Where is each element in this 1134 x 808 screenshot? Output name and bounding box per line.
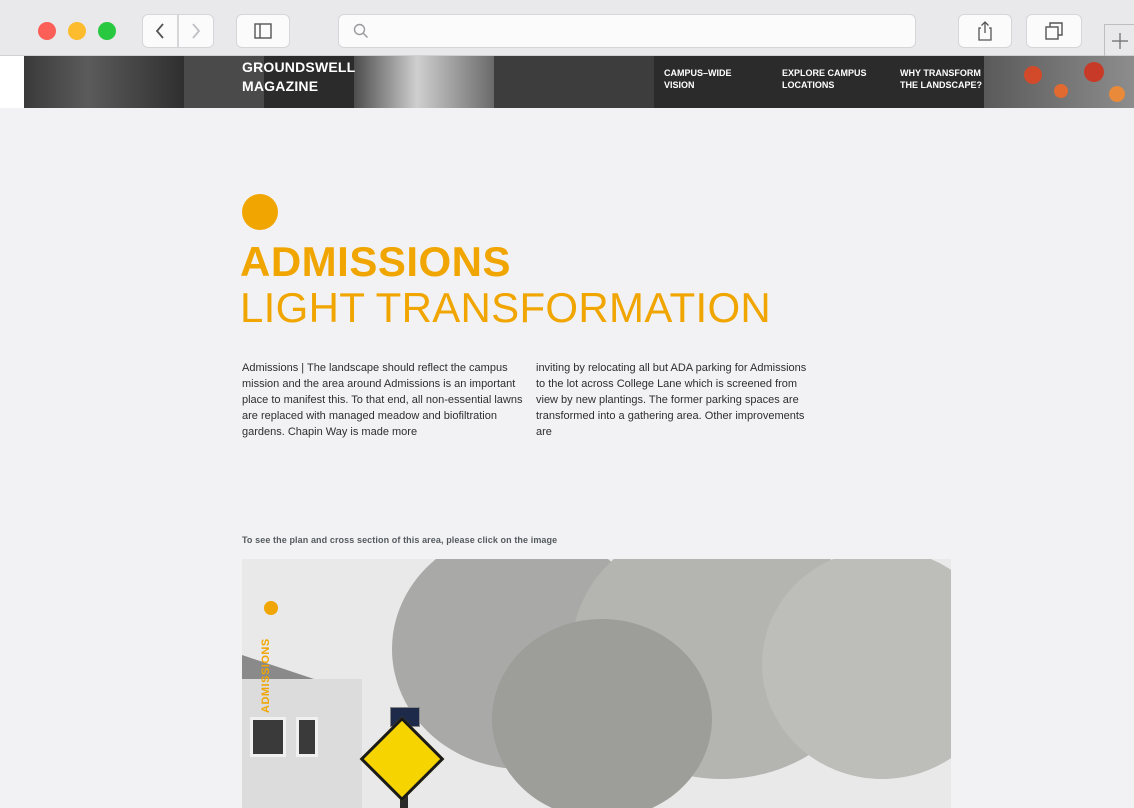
- sidebar-icon: [254, 23, 272, 39]
- flower-decoration: [1109, 86, 1125, 102]
- minimize-window-button[interactable]: [68, 22, 86, 40]
- close-window-button[interactable]: [38, 22, 56, 40]
- image-label-dot: [264, 601, 278, 615]
- site-header: GROUNDSWELL MAGAZINE CAMPUS–WIDE VISION …: [24, 56, 1134, 108]
- nav-link-line: EXPLORE CAMPUS: [782, 68, 867, 78]
- accent-dot: [242, 194, 278, 230]
- nav-link-line: WHY TRANSFORM: [900, 68, 981, 78]
- nav-link-line: THE LANDSCAPE?: [900, 80, 983, 90]
- flower-decoration: [1084, 62, 1104, 82]
- body-text-column-1: Admissions | The landscape should reflec…: [242, 362, 523, 438]
- new-tab-button[interactable]: [1104, 24, 1134, 56]
- plus-icon: [1111, 32, 1128, 49]
- nav-explore-campus-locations[interactable]: EXPLORE CAMPUS LOCATIONS: [782, 67, 882, 91]
- logo-line: MAGAZINE: [242, 78, 319, 94]
- page-title: ADMISSIONS: [240, 238, 512, 285]
- page-subtitle: LIGHT TRANSFORMATION: [240, 284, 772, 331]
- zoom-window-button[interactable]: [98, 22, 116, 40]
- house-window: [250, 717, 286, 757]
- share-button[interactable]: [958, 14, 1012, 48]
- nav-campus-wide-vision[interactable]: CAMPUS–WIDE VISION: [664, 67, 764, 91]
- flower-decoration: [1024, 66, 1042, 84]
- chevron-left-icon: [155, 23, 164, 39]
- body-text-column-2: inviting by relocating all but ADA parki…: [536, 362, 807, 438]
- admissions-photo[interactable]: ADMISSIONS: [242, 559, 951, 808]
- chevron-right-icon: [192, 23, 201, 39]
- address-bar[interactable]: [338, 14, 916, 48]
- share-icon: [978, 21, 992, 41]
- forward-button[interactable]: [178, 14, 214, 48]
- nav-link-line: CAMPUS–WIDE: [664, 68, 732, 78]
- tabs-icon: [1045, 22, 1063, 40]
- browser-toolbar: [0, 0, 1134, 56]
- image-hint: To see the plan and cross section of thi…: [242, 535, 558, 545]
- house-window: [296, 717, 318, 757]
- image-vertical-label: ADMISSIONS: [260, 638, 272, 713]
- back-button[interactable]: [142, 14, 178, 48]
- header-photo-strip: [494, 56, 654, 108]
- nav-link-line: VISION: [664, 80, 695, 90]
- logo-line: GROUNDSWELL: [242, 59, 356, 75]
- nav-why-transform[interactable]: WHY TRANSFORM THE LANDSCAPE?: [900, 67, 1000, 91]
- tree-foliage: [492, 619, 712, 808]
- search-icon: [353, 23, 368, 38]
- main-nav: CAMPUS–WIDE VISION EXPLORE CAMPUS LOCATI…: [664, 67, 1000, 91]
- header-photo-strip: [24, 56, 184, 108]
- sidebar-button[interactable]: [236, 14, 290, 48]
- site-logo[interactable]: GROUNDSWELL MAGAZINE: [242, 58, 355, 96]
- flower-decoration: [1054, 84, 1068, 98]
- nav-link-line: LOCATIONS: [782, 80, 835, 90]
- header-photo-strip: [354, 56, 494, 108]
- show-tabs-button[interactable]: [1026, 14, 1082, 48]
